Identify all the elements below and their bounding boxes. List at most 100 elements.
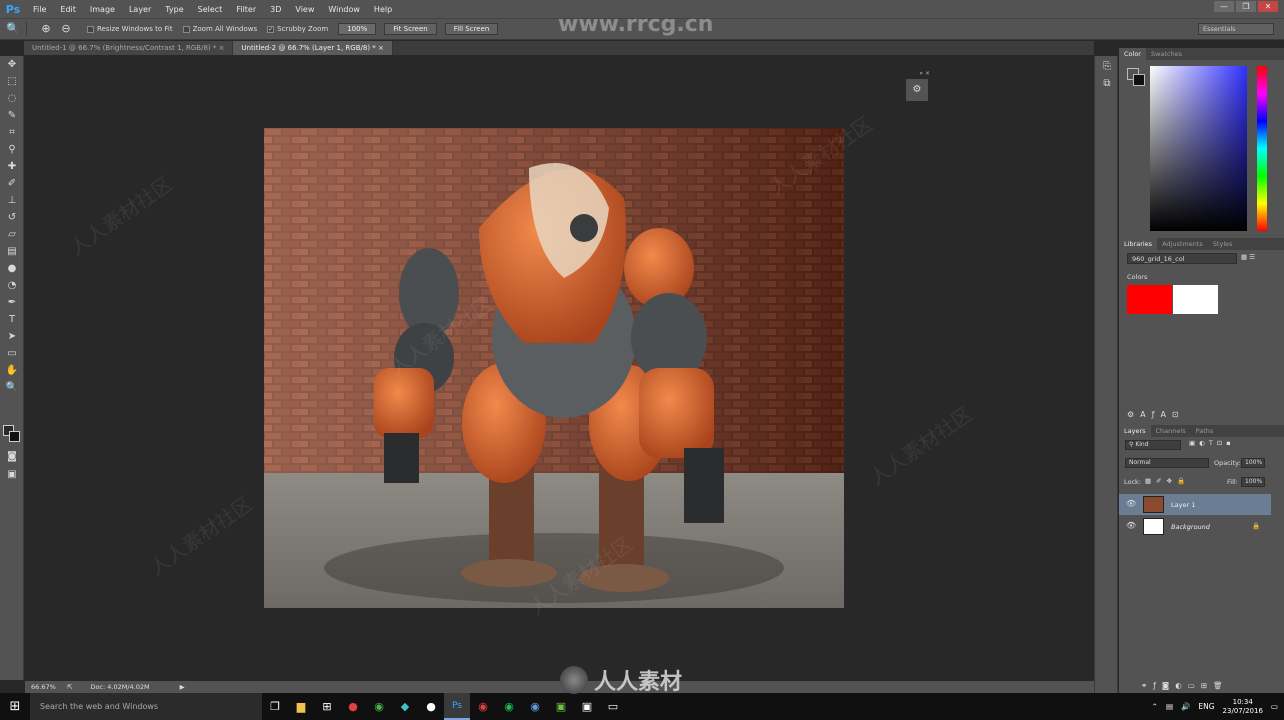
menu-window[interactable]: Window xyxy=(321,5,367,14)
tray-expand-icon[interactable]: ⌃ xyxy=(1152,702,1158,711)
document-canvas-image[interactable] xyxy=(264,128,844,608)
tab-channels[interactable]: Channels xyxy=(1151,425,1191,437)
tab-paths[interactable]: Paths xyxy=(1191,425,1219,437)
color-panel-background[interactable] xyxy=(1133,74,1145,86)
brush-tool-icon[interactable]: ✐ xyxy=(4,177,20,191)
zoom-in-icon[interactable]: ⊕ xyxy=(39,22,53,36)
app-icon[interactable]: ◉ xyxy=(470,693,496,720)
zoom-tool-icon[interactable]: 🔍 xyxy=(6,22,20,36)
close-tab-icon[interactable]: × xyxy=(219,44,225,52)
marquee-tool-icon[interactable]: ⬚ xyxy=(4,75,20,89)
color-chip-white[interactable] xyxy=(1173,285,1218,314)
tab-libraries[interactable]: Libraries xyxy=(1119,238,1158,250)
blend-mode-select[interactable]: Normal xyxy=(1125,458,1209,468)
store-icon[interactable]: ⊞ xyxy=(314,693,340,720)
clone-stamp-tool-icon[interactable]: ⊥ xyxy=(4,194,20,208)
taskbar-search-box[interactable]: Search the web and Windows xyxy=(30,693,262,720)
minimize-button[interactable]: — xyxy=(1214,1,1234,12)
pen-tool-icon[interactable]: ✒ xyxy=(4,296,20,310)
eraser-tool-icon[interactable]: ▱ xyxy=(4,228,20,242)
menu-layer[interactable]: Layer xyxy=(122,5,158,14)
workspace-switcher[interactable]: Essentials xyxy=(1198,23,1274,35)
app-icon[interactable]: ▣ xyxy=(574,693,600,720)
tab-styles[interactable]: Styles xyxy=(1208,238,1238,250)
tab-swatches[interactable]: Swatches xyxy=(1146,48,1187,60)
move-tool-icon[interactable]: ✥ xyxy=(4,58,20,72)
app-icon[interactable]: ● xyxy=(340,693,366,720)
windows-start-icon[interactable]: ⊞ xyxy=(0,693,30,720)
task-view-icon[interactable]: ❐ xyxy=(262,693,288,720)
fit-screen-button[interactable]: Fit Screen xyxy=(384,23,437,35)
crop-tool-icon[interactable]: ⌗ xyxy=(4,126,20,140)
tab-color[interactable]: Color xyxy=(1119,48,1146,60)
dodge-tool-icon[interactable]: ◔ xyxy=(4,279,20,293)
network-icon[interactable]: ▤ xyxy=(1166,702,1173,711)
blur-tool-icon[interactable]: ● xyxy=(4,262,20,276)
library-actions-icons[interactable]: ⚙AƒA⊡ xyxy=(1127,410,1185,419)
app-icon[interactable]: ◆ xyxy=(392,693,418,720)
eye-icon[interactable]: 👁 xyxy=(1126,499,1136,508)
spotify-icon[interactable]: ◉ xyxy=(496,693,522,720)
gradient-tool-icon[interactable]: ▤ xyxy=(4,245,20,259)
language-indicator[interactable]: ENG xyxy=(1198,702,1214,711)
status-menu-arrow-icon[interactable]: ▶ xyxy=(180,683,185,691)
healing-brush-tool-icon[interactable]: ✚ xyxy=(4,160,20,174)
menu-select[interactable]: Select xyxy=(191,5,230,14)
grid-view-icon[interactable]: ▦ ☰ xyxy=(1241,253,1255,261)
file-explorer-icon[interactable]: ▆ xyxy=(288,693,314,720)
lock-icons[interactable]: ▦✐✥🔒 xyxy=(1145,477,1190,485)
background-color-swatch[interactable] xyxy=(9,431,20,442)
app-icon[interactable]: ▭ xyxy=(600,693,626,720)
app-icon[interactable]: ◉ xyxy=(522,693,548,720)
properties-panel-icon[interactable]: ⧉ xyxy=(1099,77,1115,91)
layer-row-layer-1[interactable]: 👁 Layer 1 xyxy=(1119,494,1271,515)
hue-slider[interactable] xyxy=(1257,66,1267,231)
screen-mode-icon[interactable]: ▣ xyxy=(4,468,20,482)
tab-adjustments[interactable]: Adjustments xyxy=(1157,238,1208,250)
layer-filter-kind[interactable]: ⚲ Kind xyxy=(1125,440,1181,450)
menu-file[interactable]: File xyxy=(26,5,53,14)
resize-windows-checkbox[interactable]: Resize Windows to Fit xyxy=(87,25,173,33)
zoom-all-windows-checkbox[interactable]: Zoom All Windows xyxy=(182,25,257,33)
properties-panel-icon[interactable]: ⚙ xyxy=(906,79,928,101)
app-icon[interactable]: ● xyxy=(418,693,444,720)
fill-field[interactable]: 100% xyxy=(1241,477,1265,487)
doc-tab-untitled-1[interactable]: Untitled-1 @ 66.7% (Brightness/Contrast … xyxy=(24,41,234,55)
library-dropdown[interactable]: 960_grid_16_col xyxy=(1127,253,1237,264)
eyedropper-tool-icon[interactable]: ⚲ xyxy=(4,143,20,157)
layer-row-background[interactable]: 👁 Background 🔒 xyxy=(1119,516,1271,537)
app-icon[interactable]: ▣ xyxy=(548,693,574,720)
restore-button[interactable]: ❐ xyxy=(1236,1,1256,12)
menu-edit[interactable]: Edit xyxy=(53,5,83,14)
color-picker-field[interactable] xyxy=(1150,66,1247,231)
layer-filter-icons[interactable]: ▣◐T⊡▪ xyxy=(1189,439,1235,447)
type-tool-icon[interactable]: T xyxy=(4,313,20,327)
fill-screen-button[interactable]: Fill Screen xyxy=(444,23,499,35)
photoshop-taskbar-icon[interactable]: Ps xyxy=(444,693,470,720)
menu-image[interactable]: Image xyxy=(83,5,122,14)
chrome-icon[interactable]: ◉ xyxy=(366,693,392,720)
tab-layers[interactable]: Layers xyxy=(1119,425,1151,437)
close-button[interactable]: ✕ xyxy=(1258,1,1278,12)
notifications-icon[interactable]: ▭ xyxy=(1271,702,1278,711)
zoom-level[interactable]: 66.67% xyxy=(31,683,59,691)
lasso-tool-icon[interactable]: ◌ xyxy=(4,92,20,106)
menu-3d[interactable]: 3D xyxy=(263,5,288,14)
eye-icon[interactable]: 👁 xyxy=(1126,521,1136,530)
hand-tool-icon[interactable]: ✋ xyxy=(4,364,20,378)
close-tab-icon[interactable]: × xyxy=(378,44,384,52)
panel-collapse-icon[interactable]: » × xyxy=(906,70,930,77)
menu-view[interactable]: View xyxy=(288,5,321,14)
rectangle-tool-icon[interactable]: ▭ xyxy=(4,347,20,361)
menu-filter[interactable]: Filter xyxy=(229,5,263,14)
path-select-tool-icon[interactable]: ➤ xyxy=(4,330,20,344)
opacity-field[interactable]: 100% xyxy=(1241,458,1265,468)
layer-actions-icons[interactable]: ⚭ƒ◙◐▭⊞🗑 xyxy=(1141,681,1229,690)
history-panel-icon[interactable]: ⎘ xyxy=(1099,60,1115,74)
scrubby-zoom-checkbox[interactable]: ✓ Scrubby Zoom xyxy=(267,25,328,33)
volume-icon[interactable]: 🔊 xyxy=(1181,702,1190,711)
zoom-tool-icon[interactable]: 🔍 xyxy=(4,381,20,395)
zoom-out-icon[interactable]: ⊖ xyxy=(59,22,73,36)
quick-select-tool-icon[interactable]: ✎ xyxy=(4,109,20,123)
doc-tab-untitled-2[interactable]: Untitled-2 @ 66.7% (Layer 1, RGB/8) * × xyxy=(233,41,393,55)
